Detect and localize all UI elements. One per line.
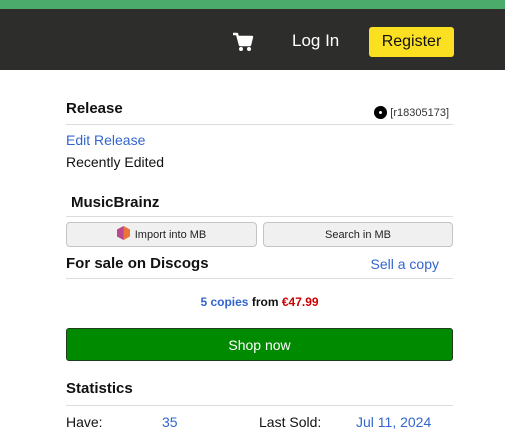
sell-a-copy-link[interactable]: Sell a copy [371, 256, 439, 272]
statistics-heading: Statistics [66, 380, 133, 397]
have-label: Have: [66, 414, 103, 430]
musicbrainz-heading: MusicBrainz [71, 194, 160, 211]
header-bar: Log In Register [0, 9, 505, 70]
register-button[interactable]: Register [369, 27, 454, 57]
from-text: from [251, 295, 279, 309]
musicbrainz-section-header: MusicBrainz [66, 194, 453, 217]
edit-release-link[interactable]: Edit Release [66, 132, 145, 148]
release-section-header: Release [r18305173] [66, 100, 453, 125]
search-in-mb-button[interactable]: Search in MB [263, 222, 453, 247]
search-in-mb-label: Search in MB [324, 228, 392, 241]
release-heading: Release [66, 100, 123, 117]
last-sold-label: Last Sold: [259, 414, 322, 430]
lowest-price: €47.99 [281, 295, 319, 309]
import-into-mb-label: Import into MB [134, 228, 207, 241]
have-count-link[interactable]: 35 [162, 414, 178, 430]
release-id[interactable]: [r18305173] [374, 106, 449, 119]
top-accent-bar [0, 0, 505, 9]
copies-link[interactable]: 5 copies [200, 295, 248, 309]
last-sold-date-link[interactable]: Jul 11, 2024 [356, 414, 431, 430]
login-link[interactable]: Log In [292, 31, 339, 51]
shopping-cart-icon[interactable] [232, 32, 254, 52]
musicbrainz-logo-icon [116, 226, 130, 243]
copies-for-sale-line: 5 copies from €47.99 [66, 295, 453, 309]
for-sale-section-header: For sale on Discogs Sell a copy [66, 255, 453, 279]
vinyl-record-icon [374, 106, 388, 119]
import-into-mb-button[interactable]: Import into MB [66, 222, 257, 247]
shop-now-button[interactable]: Shop now [66, 328, 453, 361]
release-id-text: [r18305173] [390, 106, 449, 119]
for-sale-heading: For sale on Discogs [66, 255, 209, 272]
recently-edited-text: Recently Edited [66, 154, 165, 170]
statistics-section-header: Statistics [66, 380, 453, 406]
